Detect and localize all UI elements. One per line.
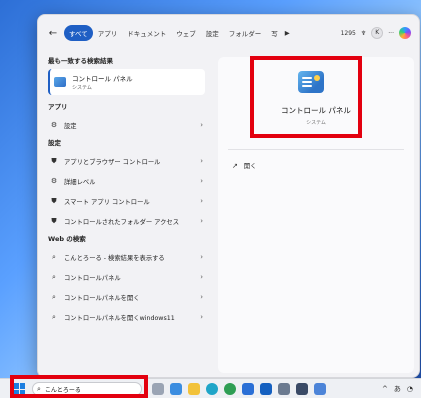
list-item-web-result[interactable]: ⌕ こんとろーる - 検索結果を表示する › <box>48 247 205 267</box>
taskbar-search-input[interactable]: ⌕ こんとろーる <box>32 382 142 396</box>
search-icon: ⌕ <box>52 312 56 321</box>
list-item-label: コントロールされたフォルダー アクセス <box>64 218 180 226</box>
list-item-label: 設定 <box>64 122 77 130</box>
chevron-right-icon: › <box>200 197 203 205</box>
open-action[interactable]: ↗ 開く <box>232 161 257 171</box>
more-tabs-icon[interactable]: ▶ <box>283 29 292 37</box>
chevron-right-icon: › <box>200 313 203 321</box>
trophy-icon: ♆ <box>360 29 367 37</box>
back-icon[interactable]: ← <box>46 28 60 39</box>
app-icon[interactable] <box>296 383 308 395</box>
chevron-right-icon: › <box>200 273 203 281</box>
outlook-icon[interactable] <box>260 383 272 395</box>
list-item-settings-app[interactable]: ⚙ 設定 › <box>48 115 205 135</box>
windows-start-icon[interactable] <box>13 383 25 395</box>
search-icon: ⌕ <box>37 384 41 393</box>
copilot-icon[interactable] <box>399 27 411 39</box>
shield-icon: ⛊ <box>51 196 57 205</box>
shield-icon: ⛊ <box>51 216 57 225</box>
control-panel-icon <box>298 71 324 93</box>
control-panel-icon <box>54 77 66 87</box>
list-item-web-result[interactable]: ⌕ コントロールパネルを開く › <box>48 287 205 307</box>
open-icon: ↗ <box>232 161 238 170</box>
task-view-icon[interactable] <box>152 383 164 395</box>
apps-heading: アプリ <box>48 103 68 111</box>
avatar[interactable]: K <box>371 27 384 39</box>
gear-icon: ⚙ <box>50 177 58 185</box>
chevron-right-icon: › <box>200 293 203 301</box>
search-value: こんとろーる <box>44 386 81 394</box>
settings-heading: 設定 <box>48 139 61 147</box>
search-panel: ← すべて アプリ ドキュメント ウェブ 設定 フォルダー 写 ▶ 1295 ♆… <box>37 14 420 378</box>
list-item-smart-app-control[interactable]: ⛊ スマート アプリ コントロール › <box>48 191 205 211</box>
network-icon[interactable]: ◔ <box>407 385 413 393</box>
filter-tabs: すべて アプリ ドキュメント ウェブ 設定 フォルダー 写 ▶ <box>64 25 292 41</box>
widgets-icon[interactable] <box>170 383 182 395</box>
edge-icon[interactable] <box>206 383 218 395</box>
list-item-label: アプリとブラウザー コントロール <box>64 158 161 166</box>
list-item-label: 詳細レベル <box>64 178 96 186</box>
divider <box>228 149 404 150</box>
chevron-up-icon[interactable]: ^ <box>382 385 388 393</box>
list-item-label: スマート アプリ コントロール <box>64 198 150 206</box>
app-icon[interactable] <box>314 383 326 395</box>
chevron-right-icon: › <box>200 253 203 261</box>
rewards-points[interactable]: 1295 <box>341 30 356 37</box>
chevron-right-icon: › <box>200 121 203 129</box>
tab-web[interactable]: ウェブ <box>171 25 201 41</box>
system-tray: ^ あ ◔ <box>382 379 413 398</box>
best-match-item[interactable]: コントロール パネル システム <box>48 69 205 95</box>
best-match-heading: 最も一致する検索結果 <box>48 57 113 65</box>
list-item-label: コントロールパネルを開くwindows11 <box>64 314 175 322</box>
list-item-label: こんとろーる - 検索結果を表示する <box>64 254 165 262</box>
chevron-right-icon: › <box>200 157 203 165</box>
preview-title: コントロール パネル <box>281 106 351 115</box>
tab-apps[interactable]: アプリ <box>93 25 123 41</box>
topbar-right: 1295 ♆ K ··· <box>341 15 411 51</box>
list-item-web-result[interactable]: ⌕ コントロールパネル › <box>48 267 205 287</box>
search-icon: ⌕ <box>52 292 56 301</box>
best-match-title: コントロール パネル <box>72 75 133 83</box>
search-icon: ⌕ <box>52 252 56 261</box>
open-label: 開く <box>243 163 257 170</box>
taskbar: ⌕ こんとろーる ^ あ ◔ <box>0 378 421 398</box>
search-topbar: ← すべて アプリ ドキュメント ウェブ 設定 フォルダー 写 ▶ 1295 ♆… <box>38 15 419 51</box>
ime-indicator[interactable]: あ <box>394 384 401 394</box>
search-icon: ⌕ <box>52 272 56 281</box>
tab-settings[interactable]: 設定 <box>201 25 224 41</box>
preview-subtitle: システム <box>306 120 326 126</box>
gear-icon: ⚙ <box>50 121 58 129</box>
tab-documents[interactable]: ドキュメント <box>122 25 171 41</box>
list-item-app-browser-control[interactable]: ⛊ アプリとブラウザー コントロール › <box>48 151 205 171</box>
results-list: 最も一致する検索結果 コントロール パネル システム アプリ ⚙ 設定 › 設定… <box>38 51 213 377</box>
app-icon[interactable] <box>278 383 290 395</box>
list-item-controlled-folder-access[interactable]: ⛊ コントロールされたフォルダー アクセス › <box>48 211 205 231</box>
tab-photos[interactable]: 写 <box>266 25 283 41</box>
tab-folders[interactable]: フォルダー <box>224 25 267 41</box>
file-explorer-icon[interactable] <box>188 383 200 395</box>
web-search-heading: Web の検索 <box>48 235 86 243</box>
best-match-subtitle: システム <box>72 85 92 91</box>
taskbar-apps <box>152 383 326 395</box>
more-options-icon[interactable]: ··· <box>388 30 394 37</box>
chevron-right-icon: › <box>200 177 203 185</box>
chrome-icon[interactable] <box>224 383 236 395</box>
preview-pane: コントロール パネル システム ↗ 開く <box>218 57 414 373</box>
list-item-detail-level[interactable]: ⚙ 詳細レベル › <box>48 171 205 191</box>
store-icon[interactable] <box>242 383 254 395</box>
list-item-web-result[interactable]: ⌕ コントロールパネルを開くwindows11 › <box>48 307 205 327</box>
list-item-label: コントロールパネル <box>64 274 121 282</box>
chevron-right-icon: › <box>200 217 203 225</box>
shield-icon: ⛊ <box>51 156 57 165</box>
tab-all[interactable]: すべて <box>64 25 93 41</box>
list-item-label: コントロールパネルを開く <box>64 294 140 302</box>
